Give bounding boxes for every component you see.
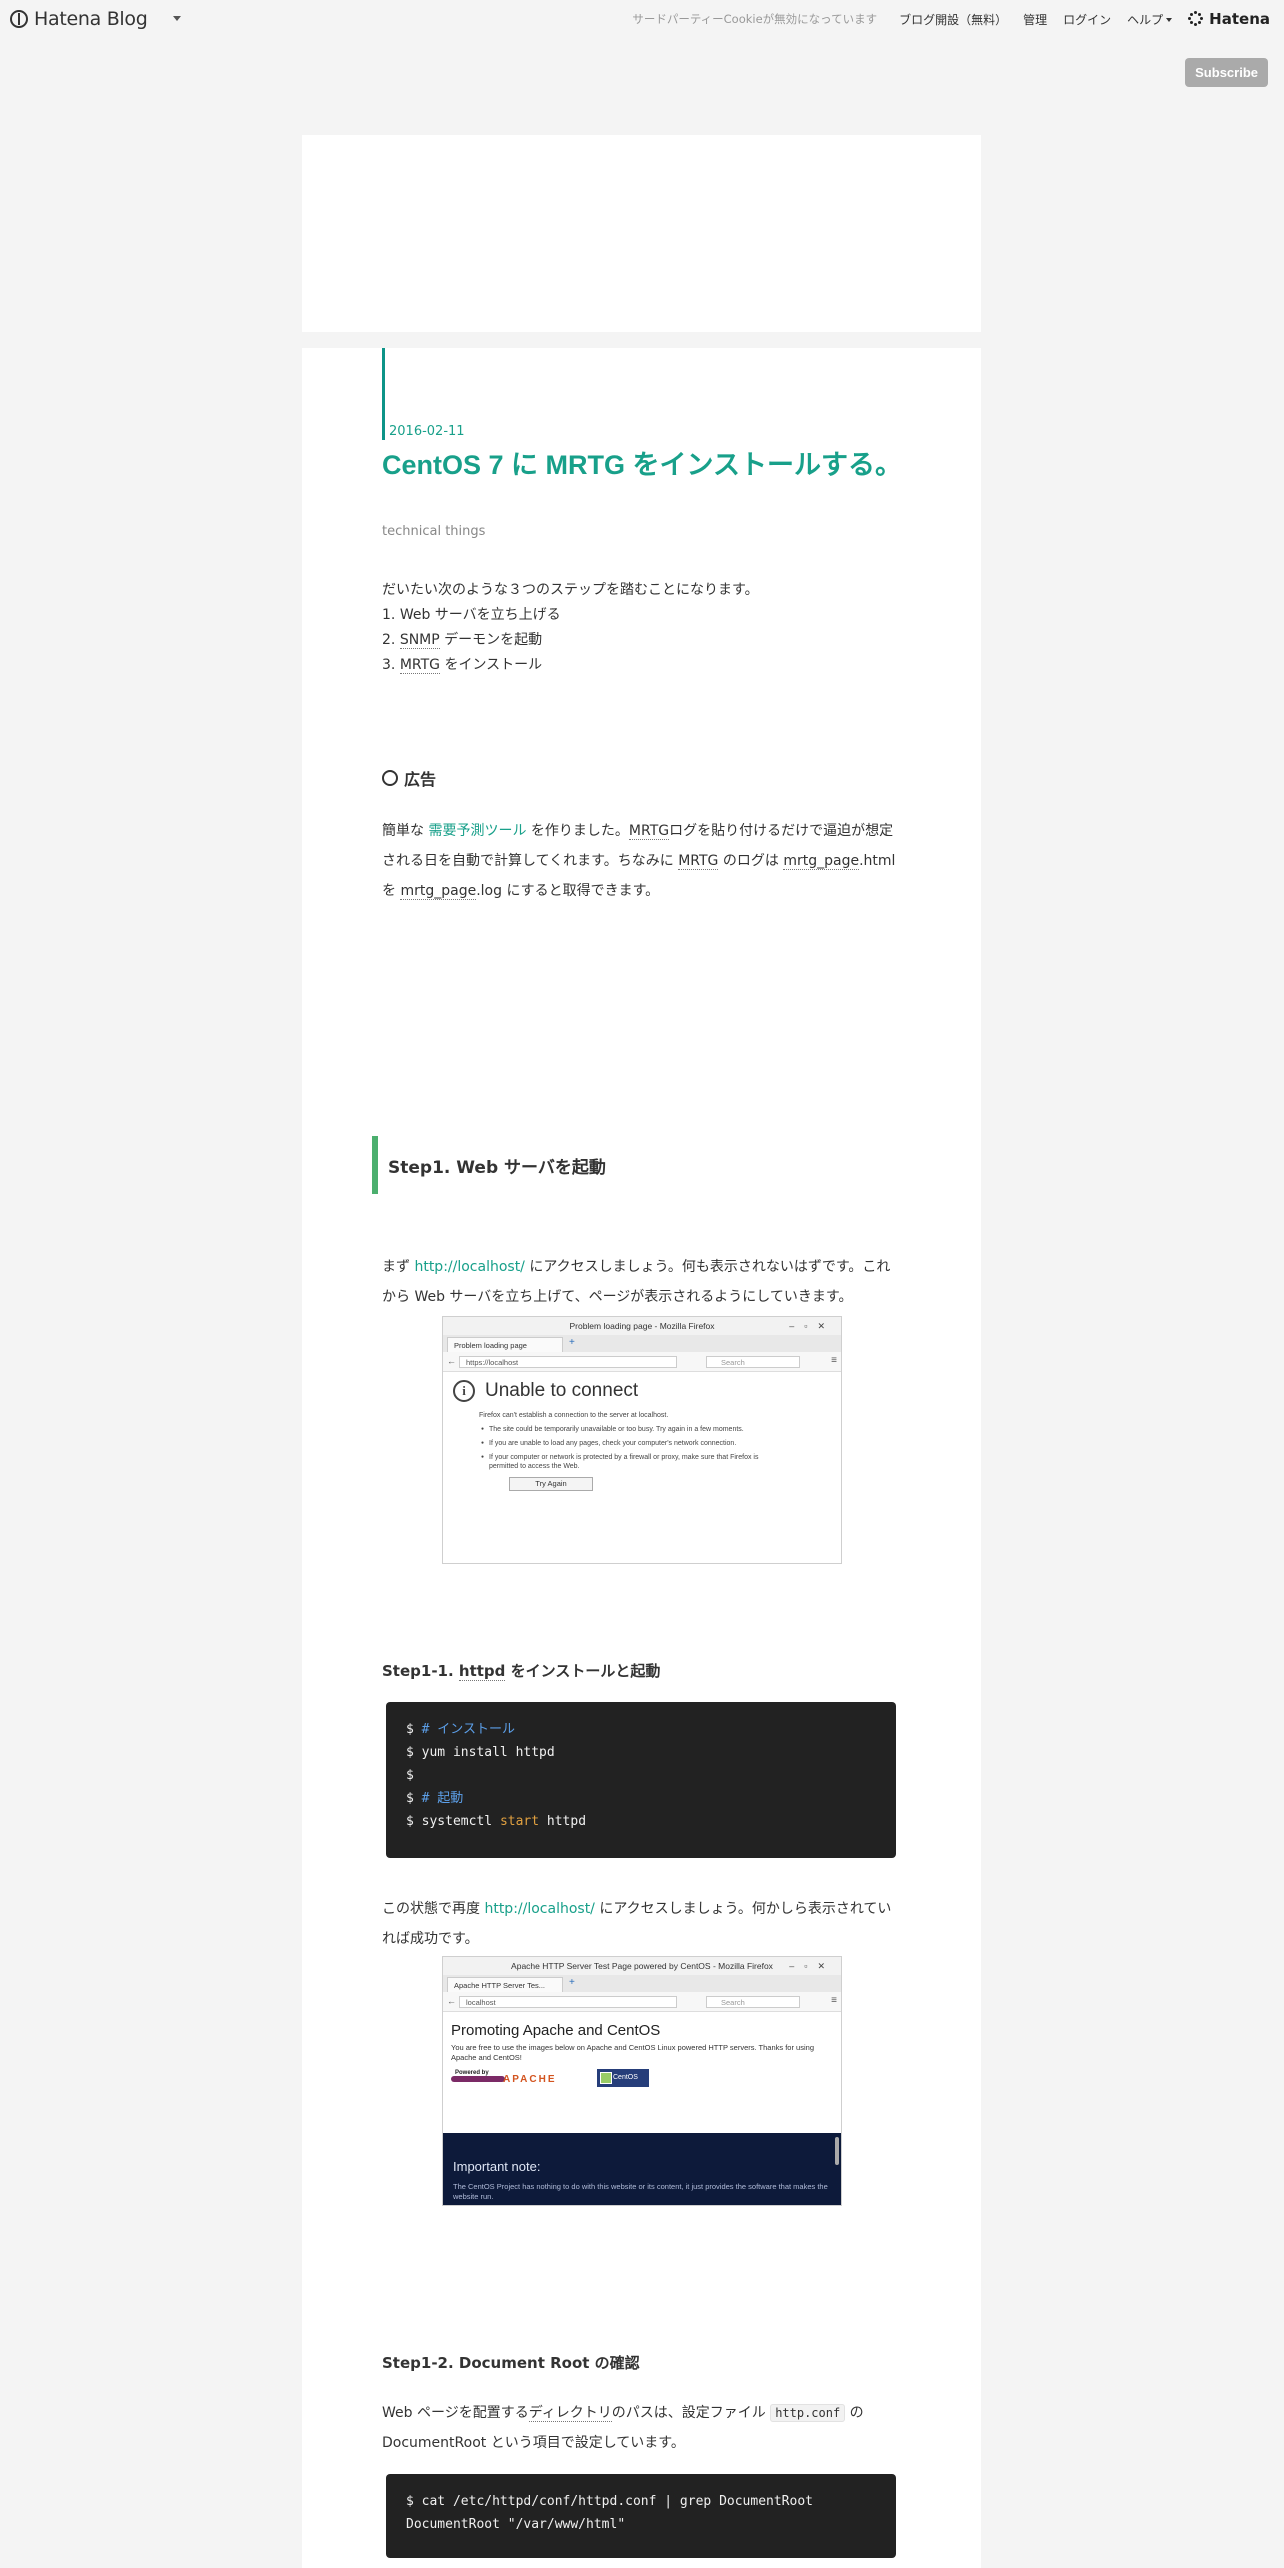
top-bar: Hatena Blog サードパーティーCookieが無効になっています ブログ… [0, 0, 1284, 38]
hatena-dots-icon [1188, 11, 1204, 27]
nav-login[interactable]: ログイン [1063, 11, 1111, 28]
apache-text: You are free to use the images below on … [451, 2043, 814, 2062]
hatena-brand-link[interactable]: Hatena [1188, 10, 1270, 28]
keyword-link[interactable]: MRTG [678, 853, 719, 870]
error-bullet: The site could be temporarily unavailabl… [481, 1425, 789, 1434]
nav-start-blog[interactable]: ブログ開設（無料） [899, 11, 1007, 28]
entry-date[interactable]: 2016-02-11 [389, 424, 465, 439]
window-controls: –▫✕ [789, 1961, 835, 1971]
ad-banner-area [302, 135, 981, 332]
window-title: Apache HTTP Server Test Page powered by … [443, 1957, 841, 1975]
browser-tab: Problem loading page [447, 1337, 563, 1352]
keyword-link[interactable]: ディレクトリ [528, 2405, 612, 2422]
new-tab-icon: + [569, 1977, 575, 1988]
scrollbar [835, 2137, 839, 2165]
url-field: localhost [459, 1996, 677, 2008]
new-tab-icon: + [569, 1337, 575, 1348]
search-field: Search [706, 1356, 800, 1368]
keyword-link[interactable]: mrtg_page [783, 853, 860, 870]
entry-title[interactable]: CentOS 7 に MRTG をインストールする。 [382, 448, 902, 482]
window-title: Problem loading page - Mozilla Firefox –▫… [443, 1317, 841, 1335]
url-field: https://localhost [459, 1356, 677, 1368]
search-field: Search [706, 1996, 800, 2008]
step-item: 1. Web サーバを立ち上げる [382, 607, 561, 623]
powered-by-apache-logo: Powered by APACHE [451, 2070, 591, 2086]
note-title: Important note: [453, 2159, 541, 2174]
nav-admin[interactable]: 管理 [1023, 11, 1047, 28]
nav-help[interactable]: ヘルプ [1127, 11, 1173, 28]
hatena-logo-icon [10, 10, 28, 28]
article: 2016-02-11 CentOS 7 に MRTG をインストールする。 te… [302, 348, 981, 2568]
code-line: $ systemctl start httpd [406, 1814, 587, 1829]
code-line: DocumentRoot "/var/www/html" [406, 2517, 626, 2532]
subscribe-button[interactable]: Subscribe [1185, 58, 1268, 87]
entry-category[interactable]: technical things [382, 524, 485, 539]
note-text: The CentOS Project has nothing to do wit… [453, 2182, 828, 2201]
code-block-install: $ # インストール $ yum install httpd $ $ # 起動 … [386, 1702, 896, 1858]
hatena-blog-logo[interactable]: Hatena Blog [10, 8, 148, 30]
localhost-link[interactable]: http://localhost/ [414, 1259, 524, 1275]
error-subtext: Firefox can't establish a connection to … [479, 1412, 669, 1419]
ad-paragraph: 簡単な 需要予測ツール を作りました。MRTGログを貼り付けるだけで逼迫が想定さ… [382, 823, 896, 900]
intro-text: だいたい次のような３つのステップを踏むことになります。 [382, 582, 759, 598]
brand-text: Hatena [1209, 10, 1270, 28]
hamburger-menu-icon: ≡ [831, 1355, 837, 1366]
keyword-link[interactable]: mrtg_page [400, 883, 477, 900]
keyword-link[interactable]: SNMP [399, 632, 440, 649]
ad-heading: 広告 [382, 766, 436, 790]
localhost-link[interactable]: http://localhost/ [484, 1901, 594, 1917]
browser-tab: Apache HTTP Server Tes... [447, 1977, 563, 1992]
important-note-panel: Important note: The CentOS Project has n… [443, 2133, 841, 2205]
step1-1-heading: Step1-1. httpd をインストールと起動 [382, 1662, 661, 1681]
error-heading: Unable to connect [485, 1380, 639, 1401]
code-line: $ # 起動 [406, 1791, 464, 1806]
code-line: $ [406, 1768, 414, 1783]
step1-2-paragraph: Web ページを配置するディレクトリのパスは、設定ファイル http.conf … [382, 2404, 864, 2451]
step-item: 2. SNMP デーモンを起動 [382, 632, 543, 649]
keyword-link[interactable]: MRTG [399, 657, 441, 674]
step-item: 3. MRTG をインストール [382, 657, 543, 674]
apache-heading: Promoting Apache and CentOS [451, 2022, 661, 2039]
hamburger-menu-icon: ≡ [831, 1995, 837, 2006]
try-again-button: Try Again [509, 1477, 593, 1491]
circle-icon [382, 770, 398, 786]
centos-logo: CentOS [597, 2069, 649, 2087]
logo-text: Hatena Blog [34, 8, 148, 30]
global-nav: サードパーティーCookieが無効になっています ブログ開設（無料） 管理 ログ… [632, 10, 1270, 28]
code-line: $ yum install httpd [406, 1745, 555, 1760]
step1-1-paragraph: この状態で再度 http://localhost/ にアクセスしましょう。何かし… [382, 1901, 892, 1947]
code-block-document-root: $ cat /etc/httpd/conf/httpd.conf | grep … [386, 2474, 896, 2558]
step1-paragraph: まず http://localhost/ にアクセスしましょう。何も表示されない… [382, 1259, 891, 1305]
code-line: $ # インストール [406, 1722, 516, 1737]
intro-block: だいたい次のような３つのステップを踏むことになります。 1. Web サーバを立… [382, 578, 902, 678]
step1-heading: Step1. Web サーバを起動 [372, 1136, 892, 1194]
chevron-down-icon [1166, 18, 1173, 22]
error-bullet: If you are unable to load any pages, che… [481, 1439, 789, 1448]
info-icon: i [453, 1380, 475, 1402]
inline-code: http.conf [770, 2404, 846, 2422]
error-bullet: If your computer or network is protected… [481, 1453, 789, 1471]
screenshot-unable-to-connect: Problem loading page - Mozilla Firefox –▫… [442, 1316, 842, 1564]
keyword-link[interactable]: MRTG [628, 823, 670, 840]
back-arrow-icon: ← [447, 1356, 456, 1366]
screenshot-apache-test-page: Apache HTTP Server Test Page powered by … [442, 1956, 842, 2206]
help-label: ヘルプ [1127, 12, 1164, 27]
code-line: $ cat /etc/httpd/conf/httpd.conf | grep … [406, 2494, 813, 2509]
window-controls: –▫✕ [789, 1321, 835, 1331]
back-arrow-icon: ← [447, 1996, 456, 2006]
demand-forecast-link[interactable]: 需要予測ツール [428, 823, 526, 839]
chevron-down-icon[interactable] [173, 16, 181, 21]
keyword-link[interactable]: httpd [458, 1662, 506, 1681]
step1-2-heading: Step1-2. Document Root の確認 [382, 2354, 640, 2372]
cookie-notice: サードパーティーCookieが無効になっています [632, 12, 878, 26]
